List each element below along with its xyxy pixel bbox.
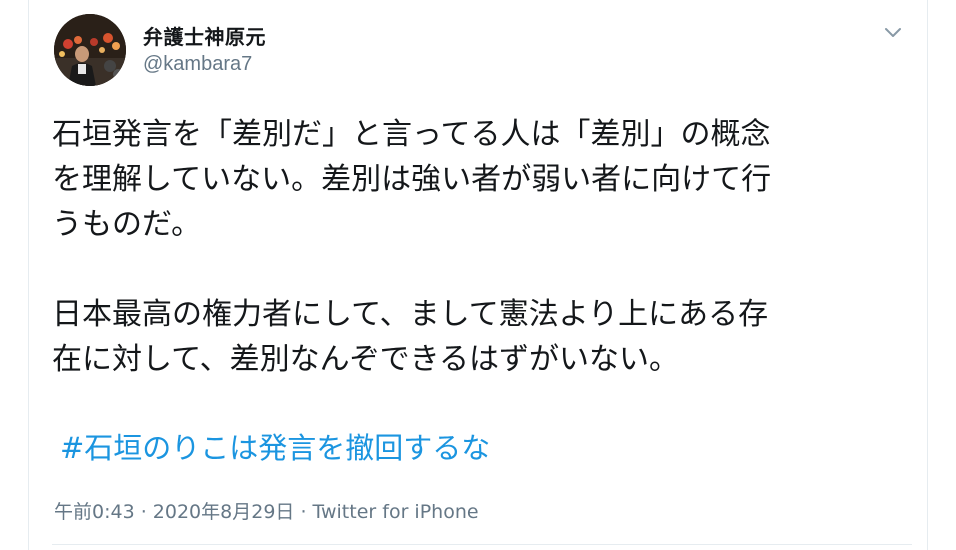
tweet-text-line: を理解していない。差別は強い者が弱い者に向けて行 — [52, 162, 772, 197]
tweet-text: 石垣発言を「差別だ」と言ってる人は「差別」の概念 を理解していない。差別は強い者… — [52, 112, 912, 382]
author-display-name[interactable]: 弁護士神原元 — [143, 21, 266, 50]
paragraph-break — [52, 247, 912, 292]
timestamp-link[interactable]: 午前0:43 · 2020年8月29日 — [54, 501, 294, 523]
divider — [52, 544, 912, 545]
hashtag-link[interactable]: #石垣のりこは発言を撤回するな — [60, 425, 490, 467]
tweet-text-line: 石垣発言を「差別だ」と言ってる人は「差別」の概念 — [52, 117, 771, 152]
meta-separator: · — [294, 501, 313, 523]
tweet-text-line: 日本最高の権力者にして、まして憲法より上にある存 — [52, 297, 769, 332]
tweet-text-line: 在に対して、差別なんぞできるはずがいない。 — [52, 342, 679, 377]
profile-photo-icon — [54, 14, 126, 86]
author-handle[interactable]: @kambara7 — [143, 53, 252, 76]
tweet-meta: 午前0:43 · 2020年8月29日 · Twitter for iPhone — [54, 497, 479, 524]
source-link[interactable]: Twitter for iPhone — [313, 501, 479, 523]
chevron-down-icon[interactable] — [882, 22, 904, 44]
avatar[interactable] — [54, 14, 126, 86]
tweet-text-line: うものだ。 — [52, 207, 202, 242]
